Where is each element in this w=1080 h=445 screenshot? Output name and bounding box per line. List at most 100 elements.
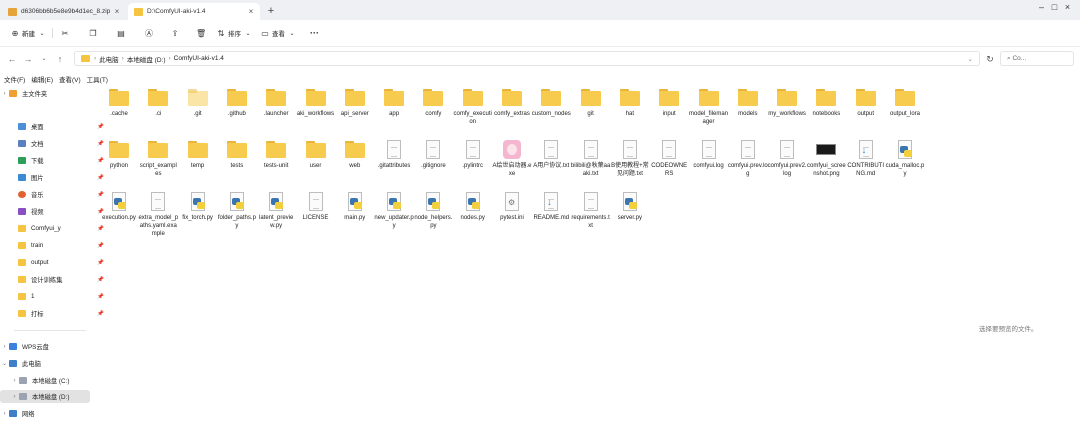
view-button[interactable]: ▭ 查看 ⌄ xyxy=(260,27,299,39)
file-item[interactable]: comfy xyxy=(414,88,452,118)
file-item[interactable]: extra_model_paths.yaml.example xyxy=(138,192,178,238)
file-item[interactable]: A用户协议.txt xyxy=(532,140,570,170)
file-item[interactable]: .cache xyxy=(100,88,138,118)
tab-zip[interactable]: d6306bb6b5e8e9b4d1ec_8.zip × xyxy=(2,3,126,20)
back-icon[interactable]: ← xyxy=(6,53,18,65)
file-item[interactable]: temp xyxy=(179,140,217,170)
menu-edit[interactable]: 编辑(E) xyxy=(31,74,53,84)
file-item[interactable]: server.py xyxy=(611,192,649,222)
breadcrumb-drive[interactable]: 本地磁盘 (D:) xyxy=(127,54,166,64)
sidebar-item-drive-d[interactable]: › 本地磁盘 (D:) xyxy=(0,390,90,403)
sidebar-item-network[interactable]: › 网络 xyxy=(0,407,92,420)
file-item[interactable]: .git xyxy=(179,88,217,118)
file-item[interactable]: B使用教程+常见问题.txt xyxy=(611,140,649,178)
file-item[interactable]: python xyxy=(100,140,138,170)
close-icon[interactable]: × xyxy=(246,7,256,16)
sidebar-item-videos[interactable]: 视频 📌 xyxy=(0,205,110,218)
file-item[interactable]: ↓ CONTRIBUTING.md xyxy=(847,140,885,178)
sidebar-item-drive-c[interactable]: › 本地磁盘 (C:) xyxy=(0,374,92,387)
sort-button[interactable]: ⇅ 排序 ⌄ xyxy=(216,27,255,39)
file-item[interactable]: CODEOWNERS xyxy=(650,140,688,178)
file-item[interactable]: notebooks xyxy=(807,88,845,118)
breadcrumb-pc[interactable]: 此电脑 xyxy=(99,54,119,64)
new-button[interactable]: ⊕ 新建 ⌄ xyxy=(10,27,49,39)
refresh-icon[interactable]: ↻ xyxy=(984,53,996,65)
file-item[interactable]: new_updater.py xyxy=(374,192,414,230)
file-item[interactable]: comfyui.log xyxy=(690,140,728,170)
close-icon[interactable]: × xyxy=(112,7,122,16)
file-item[interactable]: web xyxy=(336,140,374,170)
file-item[interactable]: output xyxy=(847,88,885,118)
file-item[interactable]: .gitattributes xyxy=(375,140,413,170)
file-item[interactable]: latent_preview.py xyxy=(257,192,295,230)
file-item[interactable]: comfyui.prev.log xyxy=(728,140,768,178)
file-item[interactable]: comfy_execution xyxy=(454,88,492,126)
file-item[interactable]: api_server xyxy=(336,88,374,118)
file-item[interactable]: comfyui.prev2.log xyxy=(768,140,807,178)
file-item[interactable]: LICENSE xyxy=(297,192,335,222)
file-item[interactable]: node_helpers.py xyxy=(414,192,452,230)
sidebar-item-documents[interactable]: 文档 📌 xyxy=(0,137,110,150)
chevron-down-icon[interactable]: ⌄ xyxy=(968,55,973,63)
share-button[interactable]: ⇪ xyxy=(170,27,182,39)
tab-comfyui[interactable]: D:\ComfyUI-aki-v1.4 × xyxy=(128,3,260,20)
menu-tools[interactable]: 工具(T) xyxy=(87,74,108,84)
sidebar-item-home[interactable]: › 主文件夹 xyxy=(0,87,92,100)
file-item[interactable]: .ci xyxy=(139,88,177,118)
new-tab-button[interactable]: + xyxy=(264,4,278,18)
file-item[interactable]: custom_nodes xyxy=(532,88,571,118)
file-item[interactable]: model_filemanager xyxy=(689,88,728,126)
file-item[interactable]: folder_paths.py xyxy=(218,192,256,230)
sidebar-item-comfyui-y[interactable]: Comfyui_y 📌 xyxy=(0,222,110,235)
file-item[interactable]: tests xyxy=(218,140,256,170)
sidebar-item-desktop[interactable]: 桌面 📌 xyxy=(0,120,110,133)
file-item[interactable]: .github xyxy=(218,88,256,118)
copy-button[interactable]: ❐ xyxy=(88,27,100,39)
search-input[interactable]: ⌕ Co... xyxy=(1000,51,1074,66)
sidebar-item-music[interactable]: 音乐 📌 xyxy=(0,188,110,201)
cut-button[interactable]: ✂ xyxy=(60,27,72,39)
sidebar-item-this-pc[interactable]: ⌄ 此电脑 xyxy=(0,357,92,370)
sidebar-item-downloads[interactable]: 下载 📌 xyxy=(0,154,110,167)
file-item[interactable]: execution.py xyxy=(100,192,138,222)
more-button[interactable]: ··· xyxy=(310,27,319,39)
menu-file[interactable]: 文件(F) xyxy=(4,74,25,84)
file-item[interactable]: tests-unit xyxy=(257,140,295,170)
file-item[interactable]: fix_torch.py xyxy=(179,192,217,222)
sidebar-item-1[interactable]: 1 📌 xyxy=(0,290,110,303)
menu-view[interactable]: 查看(V) xyxy=(59,74,81,84)
forward-icon[interactable]: → xyxy=(22,53,34,65)
file-item[interactable]: script_examples xyxy=(139,140,177,178)
file-item[interactable]: ⚙ pytest.ini xyxy=(493,192,531,222)
close-window-icon[interactable]: × xyxy=(1063,2,1072,12)
file-item[interactable]: git xyxy=(572,88,610,118)
sidebar-item-output[interactable]: output 📌 xyxy=(0,256,110,269)
recent-chevron-icon[interactable]: ⌄ xyxy=(38,53,50,65)
sidebar-item-tagging[interactable]: 打标 📌 xyxy=(0,307,110,320)
file-item[interactable]: cuda_malloc.py xyxy=(886,140,924,178)
file-item[interactable]: comfy_extras xyxy=(493,88,531,118)
file-item[interactable]: main.py xyxy=(336,192,374,222)
file-item[interactable]: input xyxy=(650,88,688,118)
file-item[interactable]: output_lora xyxy=(886,88,924,118)
paste-button[interactable]: ▤ xyxy=(116,27,128,39)
file-item[interactable]: .launcher xyxy=(257,88,295,118)
breadcrumb-folder[interactable]: ComfyUI-aki-v1.4 xyxy=(174,55,224,62)
sidebar-item-wps[interactable]: › WPS云盘 xyxy=(0,340,92,353)
file-item[interactable]: aki_workflows xyxy=(297,88,335,118)
delete-button[interactable]: 🗑 xyxy=(196,27,208,39)
file-item[interactable]: comfyui_screenshot.png xyxy=(807,140,846,178)
file-item[interactable]: app xyxy=(375,88,413,118)
file-item[interactable]: .pylintrc xyxy=(454,140,492,170)
up-icon[interactable]: ↑ xyxy=(54,53,66,65)
file-item[interactable]: models xyxy=(729,88,767,118)
file-item[interactable]: bilibili@秋葉aaaki.txt xyxy=(571,140,610,178)
file-item[interactable]: my_workflows xyxy=(768,88,806,118)
minimize-icon[interactable]: – xyxy=(1037,2,1046,12)
sidebar-item-train[interactable]: train 📌 xyxy=(0,239,110,252)
sidebar-item-training-set[interactable]: 设计训练集 📌 xyxy=(0,273,110,286)
file-item[interactable]: requirements.txt xyxy=(571,192,610,230)
rename-button[interactable]: Ⓐ xyxy=(144,27,156,39)
file-item[interactable]: .gitignore xyxy=(414,140,452,170)
file-item[interactable]: ↓ README.md xyxy=(532,192,570,222)
